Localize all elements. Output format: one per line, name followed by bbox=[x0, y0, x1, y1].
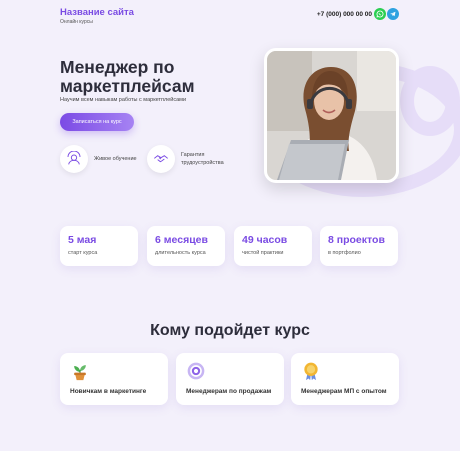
whatsapp-icon[interactable] bbox=[374, 8, 386, 20]
student-photo-illustration bbox=[267, 51, 396, 180]
stat-value: 49 часов bbox=[242, 234, 288, 246]
audience-label: Менеджерам МП с опытом bbox=[301, 388, 387, 395]
telegram-icon[interactable] bbox=[387, 8, 399, 20]
site-header: Название сайта Онлайн курсы +7 (000) 000… bbox=[60, 7, 400, 31]
stat-label: в портфолио bbox=[328, 250, 361, 256]
audience-card-beginners: Новичкам в маркетинге bbox=[60, 353, 168, 405]
sprout-icon bbox=[74, 365, 86, 381]
live-learning-icon bbox=[60, 145, 88, 173]
audience-label: Новичкам в маркетинге bbox=[70, 388, 147, 395]
stat-label: длительность курса bbox=[155, 250, 206, 256]
stat-card-practice: 49 часов чистой практики bbox=[234, 226, 312, 266]
audience-section-title: Кому подойдет курс bbox=[150, 322, 310, 339]
stat-card-start: 5 мая старт курса bbox=[60, 226, 138, 266]
stat-value: 8 проектов bbox=[328, 234, 385, 246]
audience-card-sales: Менеджерам по продажам bbox=[176, 353, 284, 405]
handshake-icon bbox=[147, 145, 175, 173]
stat-card-duration: 6 месяцев длительность курса bbox=[147, 226, 225, 266]
stat-card-projects: 8 проектов в портфолио bbox=[320, 226, 398, 266]
stat-value: 6 месяцев bbox=[155, 234, 208, 246]
feature-label: Гарантия трудоустройства bbox=[181, 152, 224, 166]
audience-label: Менеджерам по продажам bbox=[186, 388, 272, 395]
hero-photo bbox=[264, 48, 399, 183]
phone-link[interactable]: +7 (000) 000 00 00 bbox=[317, 11, 372, 18]
stat-label: старт курса bbox=[68, 250, 98, 256]
feature-live-learning: Живое обучение bbox=[60, 145, 156, 173]
stat-label: чистой практики bbox=[242, 250, 284, 256]
medal-icon bbox=[304, 362, 318, 381]
target-icon bbox=[187, 362, 205, 380]
hero-subtitle: Научим всем навыкам работы с маркетплейс… bbox=[60, 97, 187, 103]
audience-card-experienced: Менеджерам МП с опытом bbox=[291, 353, 399, 405]
hero-title: Менеджер по маркетплейсам bbox=[60, 57, 195, 96]
enroll-button[interactable]: Записаться на курс bbox=[60, 113, 134, 131]
stat-value: 5 мая bbox=[68, 234, 97, 246]
site-subtitle: Онлайн курсы bbox=[60, 19, 93, 25]
decorative-ring-small bbox=[400, 66, 460, 136]
feature-employment: Гарантия трудоустройства bbox=[147, 145, 243, 173]
